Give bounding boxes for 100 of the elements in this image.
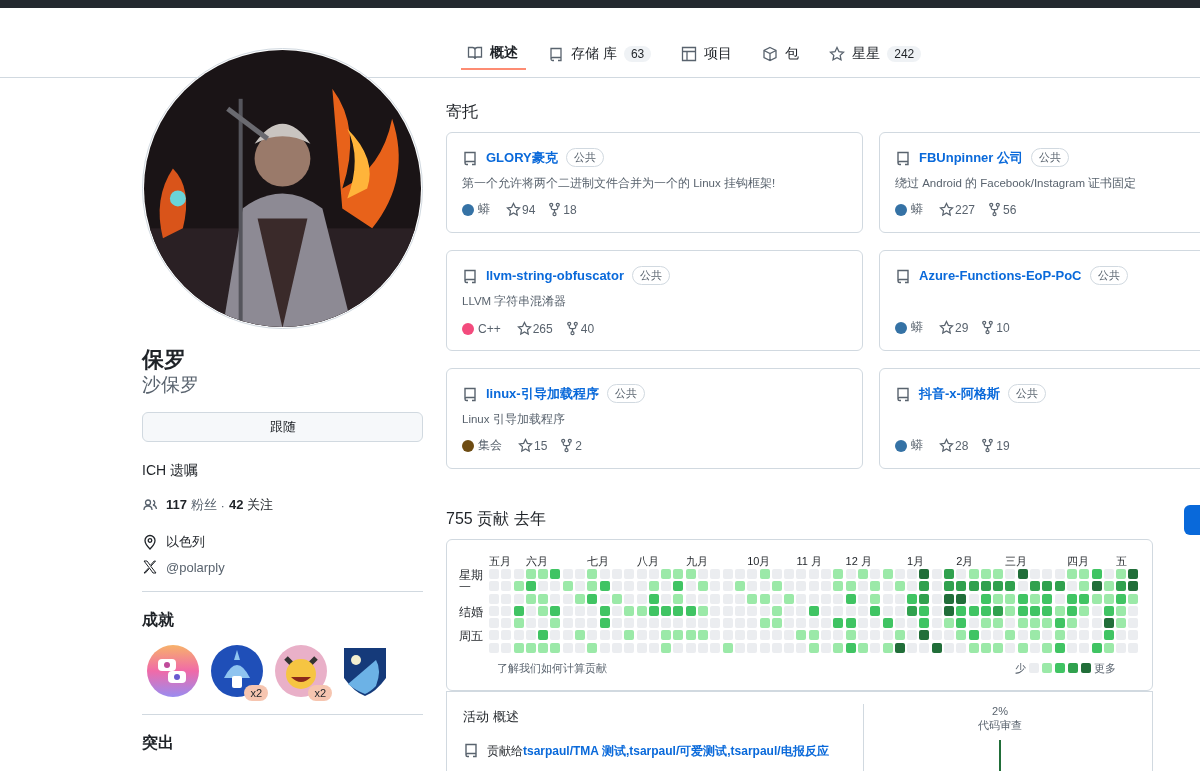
contribution-cell[interactable]	[907, 569, 918, 579]
social-link[interactable]: @polarply	[166, 559, 225, 575]
contribution-cell[interactable]	[1066, 569, 1077, 579]
fork-count[interactable]: 56	[1003, 202, 1017, 217]
contribution-cell[interactable]	[1054, 605, 1065, 616]
contribution-cell[interactable]	[1079, 581, 1090, 592]
contribution-cell[interactable]	[956, 593, 967, 604]
contribution-cell[interactable]	[1005, 605, 1016, 616]
contribution-cell[interactable]	[980, 642, 991, 653]
contribution-cell[interactable]	[796, 630, 807, 641]
contribution-cell[interactable]	[685, 618, 696, 629]
contribution-cell[interactable]	[1042, 605, 1053, 616]
contribution-cell[interactable]	[980, 581, 991, 592]
contribution-cell[interactable]	[993, 618, 1004, 629]
contribution-cell[interactable]	[771, 618, 782, 629]
contribution-cell[interactable]	[956, 605, 967, 616]
contribution-cell[interactable]	[611, 593, 622, 604]
contribution-cell[interactable]	[894, 581, 905, 592]
contribution-cell[interactable]	[538, 618, 549, 629]
contribution-cell[interactable]	[636, 605, 647, 616]
contribution-cell[interactable]	[808, 642, 819, 653]
contribution-cell[interactable]	[673, 569, 684, 579]
contribution-cell[interactable]	[771, 569, 782, 579]
contribution-cell[interactable]	[907, 593, 918, 604]
contribution-cell[interactable]	[1079, 605, 1090, 616]
contribution-cell[interactable]	[1054, 630, 1065, 641]
star-count[interactable]: 29	[955, 320, 969, 335]
contribution-cell[interactable]	[1128, 569, 1139, 579]
contribution-cell[interactable]	[857, 630, 868, 641]
follow-button[interactable]: 跟随	[142, 412, 423, 442]
contribution-cell[interactable]	[919, 593, 930, 604]
contribution-cell[interactable]	[698, 605, 709, 616]
contribution-cell[interactable]	[919, 569, 930, 579]
contribution-cell[interactable]	[734, 642, 745, 653]
following-link[interactable]: 42 关注	[228, 496, 274, 514]
contribution-cell[interactable]	[1066, 605, 1077, 616]
contribution-cell[interactable]	[845, 593, 856, 604]
contribution-cell[interactable]	[870, 593, 881, 604]
fork-count[interactable]: 10	[996, 320, 1010, 335]
contribution-cell[interactable]	[907, 581, 918, 592]
contribution-cell[interactable]	[1116, 605, 1127, 616]
repo-link[interactable]: tsarpaul/可爱测试,	[629, 744, 731, 758]
fork-count[interactable]: 18	[563, 202, 577, 217]
contribution-cell[interactable]	[907, 618, 918, 629]
contribution-cell[interactable]	[833, 618, 844, 629]
contribution-cell[interactable]	[980, 618, 991, 629]
repo-link[interactable]: Azure-Functions-EoP-PoC	[919, 268, 1082, 283]
contribution-cell[interactable]	[808, 630, 819, 641]
contribution-cell[interactable]	[993, 581, 1004, 592]
repo-link[interactable]: GLORY豪克	[486, 148, 558, 167]
repo-link[interactable]: 抖音-x-阿格斯	[919, 384, 1000, 403]
contribution-cell[interactable]	[980, 569, 991, 579]
contribution-cell[interactable]	[648, 581, 659, 592]
contribution-cell[interactable]	[1103, 642, 1114, 653]
contribution-cell[interactable]	[1128, 605, 1139, 616]
contribution-cell[interactable]	[1091, 593, 1102, 604]
contribution-cell[interactable]	[845, 618, 856, 629]
contribution-cell[interactable]	[1091, 581, 1102, 592]
contribution-cell[interactable]	[1030, 618, 1041, 629]
contribution-cell[interactable]	[993, 593, 1004, 604]
contribution-cell[interactable]	[759, 593, 770, 604]
contribution-cell[interactable]	[550, 569, 561, 579]
star-count[interactable]: 15	[534, 438, 548, 453]
contribution-cell[interactable]	[599, 618, 610, 629]
contribution-cell[interactable]	[784, 605, 795, 616]
contribution-cell[interactable]	[562, 581, 573, 592]
contribution-cell[interactable]	[944, 569, 954, 579]
contribution-cell[interactable]	[661, 642, 672, 653]
contribution-cell[interactable]	[1103, 605, 1114, 616]
contribution-cell[interactable]	[1017, 593, 1028, 604]
contribution-cell[interactable]	[1116, 618, 1127, 629]
contribution-cell[interactable]	[1005, 618, 1016, 629]
contribution-cell[interactable]	[550, 618, 561, 629]
contribution-cell[interactable]	[599, 581, 610, 592]
contribution-cell[interactable]	[1079, 593, 1090, 604]
contribution-cell[interactable]	[968, 569, 979, 579]
repo-link[interactable]: tsarpaul/电报反应	[730, 744, 829, 758]
achievement-badge-icon[interactable]	[274, 644, 328, 698]
contribution-cell[interactable]	[661, 618, 672, 629]
contribution-cell[interactable]	[513, 618, 524, 629]
contribution-cell[interactable]	[673, 630, 684, 641]
contribution-cell[interactable]	[919, 618, 930, 629]
contribution-cell[interactable]	[980, 630, 991, 641]
contribution-cell[interactable]	[525, 581, 536, 592]
contribution-cell[interactable]	[1042, 642, 1053, 653]
contribution-cell[interactable]	[1116, 569, 1127, 579]
contribution-cell[interactable]	[1054, 581, 1065, 592]
contribution-cell[interactable]	[759, 618, 770, 629]
contribution-cell[interactable]	[661, 569, 672, 579]
contribution-cell[interactable]	[845, 642, 856, 653]
contribution-cell[interactable]	[513, 581, 524, 592]
contribution-cell[interactable]	[1091, 569, 1102, 579]
contribution-cell[interactable]	[575, 569, 586, 579]
contribution-cell[interactable]	[796, 618, 807, 629]
contribution-cell[interactable]	[648, 605, 659, 616]
contribution-cell[interactable]	[698, 618, 709, 629]
contribution-cell[interactable]	[944, 581, 954, 592]
contribution-cell[interactable]	[907, 630, 918, 641]
repo-link[interactable]: tsarpaul/TMA 测试,	[523, 744, 630, 758]
contribution-cell[interactable]	[587, 593, 598, 604]
